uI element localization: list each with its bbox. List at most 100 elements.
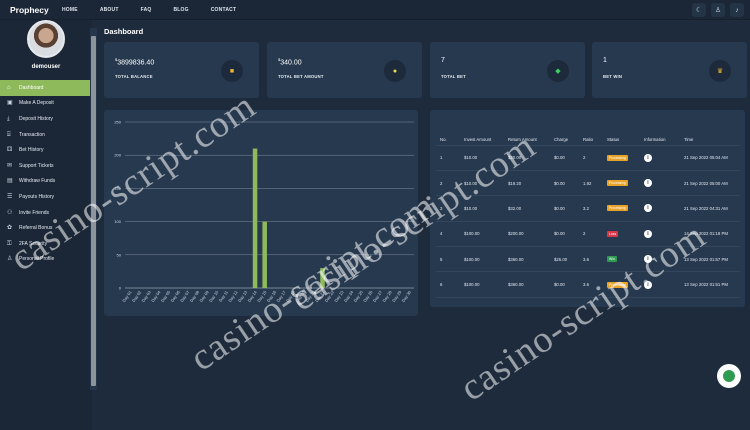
user-icon: ♙ bbox=[7, 256, 13, 263]
info-icon[interactable]: i bbox=[644, 255, 652, 264]
cell-invest: $100.00 bbox=[460, 246, 504, 273]
sidebar-item-label: Withdraw Funds bbox=[19, 178, 56, 185]
cell-ratio: 1.92 bbox=[579, 170, 603, 197]
cell-information: i bbox=[640, 145, 680, 171]
chart-bar[interactable] bbox=[262, 221, 267, 288]
sidebar-item-2fa-security[interactable]: ⚿ 2FA Security bbox=[0, 236, 90, 252]
card-value: $3899836.40 bbox=[115, 57, 155, 67]
sidebar-item-label: Support Tickets bbox=[19, 162, 54, 169]
users-icon: ⚇ bbox=[7, 209, 13, 216]
cube-icon: ◆ bbox=[547, 60, 569, 82]
cell-time: 14 Sep 2022 01:18 PM bbox=[680, 221, 740, 248]
nav-contact[interactable]: CONTACT bbox=[211, 7, 236, 13]
cell-information: i bbox=[640, 195, 680, 222]
col-status: Status bbox=[603, 120, 640, 146]
nav-home[interactable]: HOME bbox=[62, 7, 78, 13]
status-badge: Processing bbox=[607, 154, 628, 161]
y-tick-label: 250 bbox=[114, 120, 121, 125]
cell-charge: $0.00 bbox=[550, 271, 579, 298]
cell-ratio: 2 bbox=[579, 145, 603, 171]
table-row: 6 $100.00 $360.00 $0.00 3.6 Processing i 13 Sep… bbox=[436, 271, 740, 298]
cell-time: 21 Sep 2022 05:00 AM bbox=[680, 170, 740, 197]
sidebar-item-label: Invite Friends bbox=[19, 209, 50, 216]
nav-faq[interactable]: FAQ bbox=[141, 7, 152, 13]
status-badge: Processing bbox=[607, 281, 628, 288]
sidebar-item-personal-profile[interactable]: ♙ Personal Profile bbox=[0, 252, 90, 268]
info-icon[interactable]: i bbox=[644, 229, 652, 238]
sidebar-item-support-tickets[interactable]: ✉ Support Tickets bbox=[0, 158, 90, 174]
sidebar-item-label: Deposit History bbox=[19, 115, 53, 122]
page-title: Dashboard bbox=[104, 27, 144, 36]
site-logo[interactable]: Prophecy bbox=[0, 5, 92, 15]
col-time: Time bbox=[680, 120, 740, 146]
sidebar-item-label: Make A Deposit bbox=[19, 100, 54, 107]
table-header-row: No. Invest Amount Return Amount Charge R… bbox=[436, 120, 740, 146]
info-icon[interactable]: i bbox=[644, 280, 652, 289]
cell-information: i bbox=[640, 221, 680, 248]
cell-invest: $10.00 bbox=[460, 170, 504, 197]
chart-panel: 0 50 100 150 200 250 Day 01 Day 02 Day 03 Day 04 D… bbox=[104, 110, 418, 316]
cell-time: 13 Sep 2022 01:51 PM bbox=[680, 271, 740, 298]
avatar bbox=[27, 20, 65, 58]
sidebar-item-label: 2FA Security bbox=[19, 240, 48, 247]
cell-return: $32.00 bbox=[504, 195, 550, 222]
sidebar-scrollbar[interactable] bbox=[90, 28, 97, 390]
card-label: BET WIN bbox=[603, 74, 623, 79]
sidebar-item-transaction[interactable]: ⌸ Transaction bbox=[0, 127, 90, 143]
cell-information: i bbox=[640, 170, 680, 197]
sidebar: demouser ⌂ Dashboard ▣ Make A Deposit ⤓ Dep… bbox=[0, 20, 92, 430]
card-label: TOTAL BET bbox=[441, 74, 466, 79]
sidebar-item-make-deposit[interactable]: ▣ Make A Deposit bbox=[0, 96, 90, 112]
cell-time: 21 Sep 2022 05:04 AM bbox=[680, 145, 740, 171]
cell-return: $360.00 bbox=[504, 246, 550, 273]
bet-table-panel: No. Invest Amount Return Amount Charge R… bbox=[430, 110, 745, 307]
bet-table: No. Invest Amount Return Amount Charge R… bbox=[436, 120, 740, 298]
table-row: 2 $10.00 $19.20 $0.00 1.92 Processing i 21 Sep … bbox=[436, 170, 740, 197]
sidebar-item-invite-friends[interactable]: ⚇ Invite Friends bbox=[0, 205, 90, 221]
sidebar-item-label: Bet History bbox=[19, 147, 44, 154]
card-total-bet: 7 TOTAL BET ◆ bbox=[430, 42, 585, 98]
gift-icon: ✿ bbox=[7, 225, 13, 232]
chart-bar[interactable] bbox=[320, 268, 325, 288]
info-icon[interactable]: i bbox=[644, 204, 652, 213]
sidebar-item-label: Referral Bonus bbox=[19, 225, 53, 232]
chat-button[interactable] bbox=[717, 364, 741, 388]
lock-icon: ⚿ bbox=[7, 240, 12, 247]
card-value: $340.00 bbox=[278, 57, 302, 67]
cell-charge: $25.00 bbox=[550, 246, 579, 273]
ticket-icon: ✉ bbox=[7, 162, 13, 169]
y-tick-label: 150 bbox=[114, 186, 121, 191]
card-bet-win: 1 BET WIN ♛ bbox=[592, 42, 747, 98]
status-badge: Processing bbox=[607, 180, 628, 187]
card-value: 7 bbox=[441, 57, 445, 64]
chart-bar[interactable] bbox=[252, 148, 258, 288]
cell-information: i bbox=[640, 246, 680, 273]
col-charge: Charge bbox=[550, 120, 579, 146]
nav-about[interactable]: ABOUT bbox=[100, 7, 119, 13]
user-icon[interactable]: ♙ bbox=[711, 3, 725, 17]
cell-time: 13 Sep 2022 01:57 PM bbox=[680, 246, 740, 273]
cell-no: 1 bbox=[436, 145, 460, 171]
sidebar-item-label: Dashboard bbox=[19, 84, 44, 91]
sidebar-item-dashboard[interactable]: ⌂ Dashboard bbox=[0, 80, 90, 96]
sidebar-item-deposit-history[interactable]: ⤓ Deposit History bbox=[0, 111, 90, 127]
card-total-bet-amount: $340.00 TOTAL BET AMOUNT ● bbox=[267, 42, 422, 98]
bell-icon[interactable]: ♪ bbox=[730, 3, 744, 17]
wallet-icon: ■ bbox=[221, 60, 243, 82]
nav-blog[interactable]: BLOG bbox=[173, 7, 188, 13]
moon-icon[interactable]: ☾ bbox=[692, 3, 706, 17]
scrollbar-thumb[interactable] bbox=[91, 36, 96, 386]
status-badge: Processing bbox=[607, 205, 628, 212]
sidebar-item-referral-bonus[interactable]: ✿ Referral Bonus bbox=[0, 220, 90, 236]
home-icon: ⌂ bbox=[7, 84, 11, 91]
wallet-out-icon: ▤ bbox=[7, 178, 13, 185]
sidebar-item-label: Personal Profile bbox=[19, 256, 55, 263]
col-information: Information bbox=[640, 120, 680, 146]
sidebar-item-payouts-history[interactable]: ☰ Payouts History bbox=[0, 189, 90, 205]
cell-invest: $10.00 bbox=[460, 145, 504, 171]
y-tick-label: 0 bbox=[119, 286, 122, 291]
info-icon[interactable]: i bbox=[644, 153, 652, 162]
sidebar-item-bet-history[interactable]: ⚃ Bet History bbox=[0, 142, 90, 158]
info-icon[interactable]: i bbox=[644, 179, 652, 188]
sidebar-item-withdraw-funds[interactable]: ▤ Withdraw Funds bbox=[0, 174, 90, 190]
